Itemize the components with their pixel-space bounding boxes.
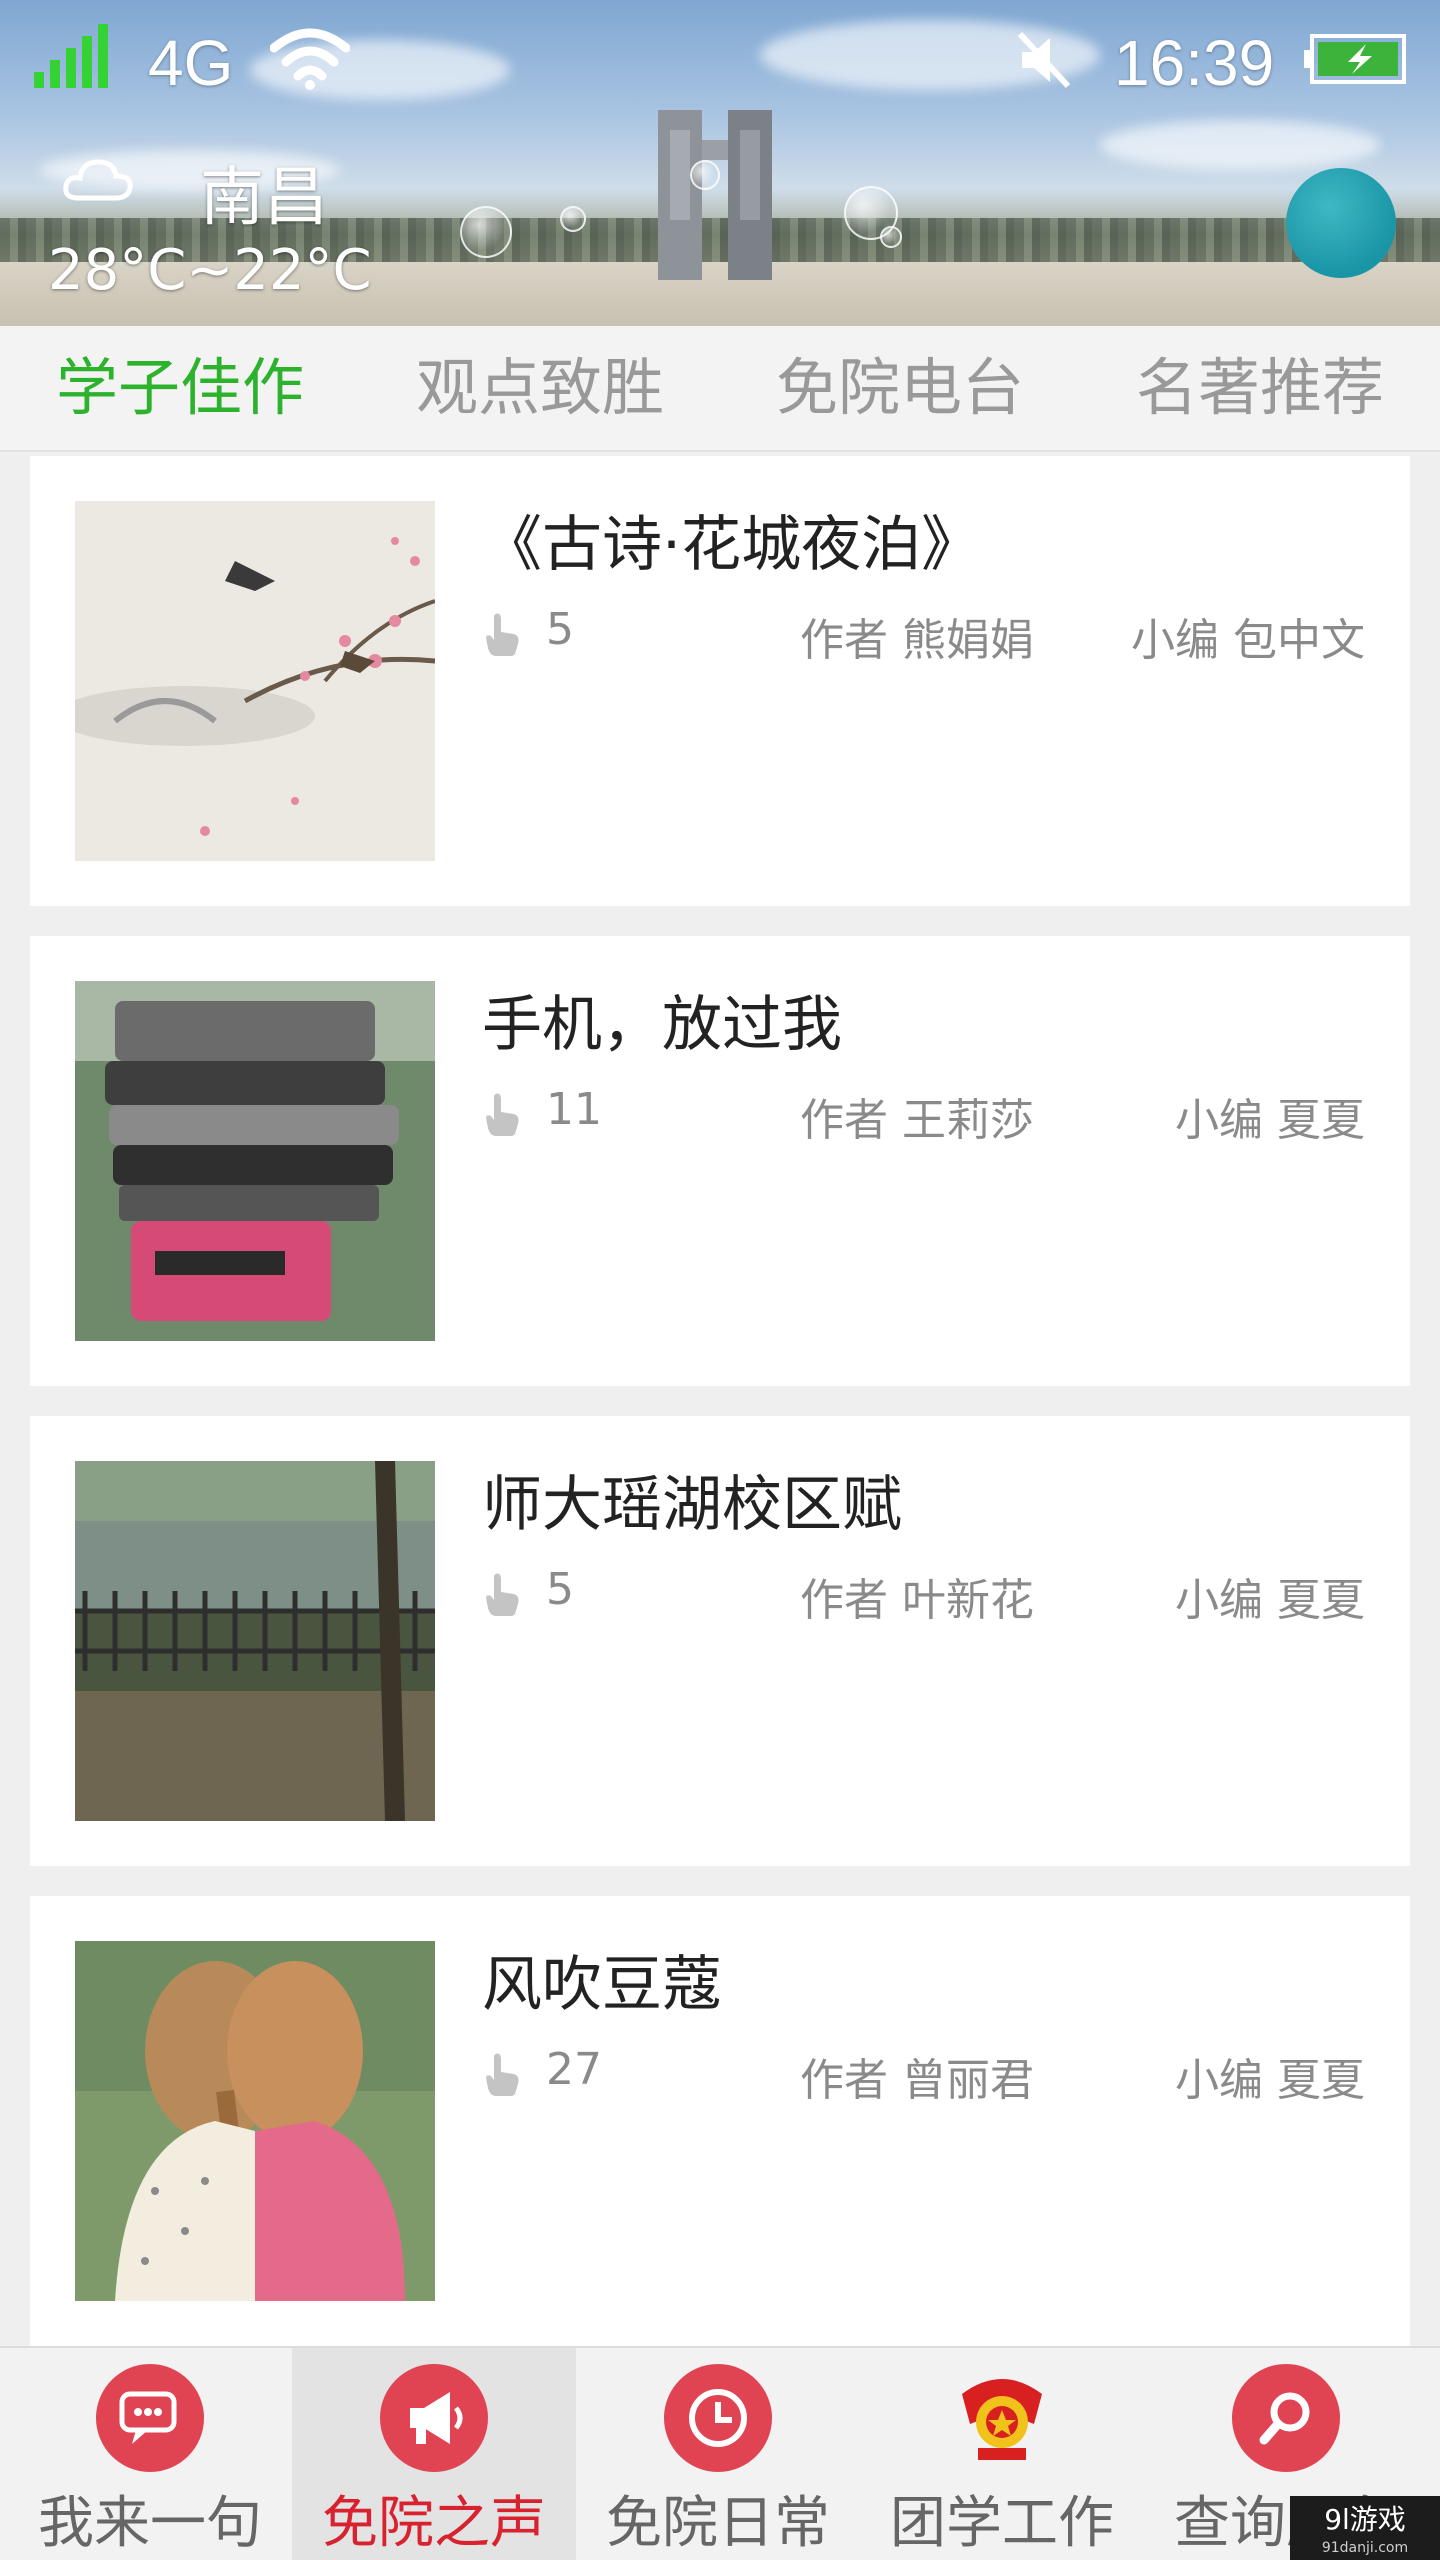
app-screen: 4G 16:39 南昌 28°C~22°C 学子佳作 观点致胜 免院电台 名著推… (0, 0, 1440, 2560)
article-thumbnail-phones (75, 981, 435, 1341)
article-editor: 小编 夏夏 (1175, 1095, 1365, 1146)
article-editor: 小编 夏夏 (1175, 2055, 1365, 2106)
bottom-nav: 我来一句 免院之声 免院日常 团学工作 查询服务 (0, 2346, 1440, 2560)
status-bar: 4G 16:39 (0, 0, 1440, 120)
article-author: 作者 曾丽君 (800, 2055, 1034, 2106)
article-editor: 小编 包中文 (1131, 615, 1365, 666)
nav-item-college-daily[interactable]: 免院日常 (576, 2348, 860, 2560)
like-count: 27 (546, 2044, 602, 2095)
site-watermark: 9l游戏 91danji.com (1290, 2496, 1440, 2560)
wifi-icon (270, 28, 350, 90)
article-author: 作者 熊娟娟 (800, 615, 1034, 666)
tab-radio[interactable]: 免院电台 (720, 326, 1080, 450)
header-banner: 4G 16:39 南昌 28°C~22°C (0, 0, 1440, 326)
nav-label: 免院之声 (322, 2491, 546, 2556)
battery-icon (1304, 34, 1406, 84)
like-hand-icon[interactable] (482, 610, 522, 658)
watermark-site: 91danji.com (1321, 2540, 1409, 2556)
weather-city: 南昌 (200, 161, 328, 235)
article-card[interactable]: 师大瑶湖校区赋 5 作者 叶新花 小编 夏夏 (30, 1416, 1410, 1866)
watermark-brand: 9l游戏 (1324, 2503, 1406, 2536)
chat-icon (96, 2364, 204, 2472)
article-card[interactable]: 风吹豆蔻 27 作者 曾丽君 小编 夏夏 (30, 1896, 1410, 2346)
category-tabs: 学子佳作 观点致胜 免院电台 名著推荐 (0, 326, 1440, 452)
nav-item-youth-league[interactable]: 团学工作 (860, 2348, 1144, 2560)
nav-label: 团学工作 (890, 2491, 1114, 2556)
user-avatar[interactable] (1286, 168, 1396, 278)
nav-label: 我来一句 (38, 2491, 262, 2556)
article-thumbnail-two-girls (75, 1941, 435, 2301)
mute-icon (1017, 31, 1071, 89)
nav-item-college-voice[interactable]: 免院之声 (292, 2348, 576, 2560)
megaphone-icon (380, 2364, 488, 2472)
tab-student-works[interactable]: 学子佳作 (0, 326, 360, 450)
article-title: 《古诗·花城夜泊》 (482, 510, 982, 580)
clock-icon (664, 2364, 772, 2472)
article-author: 作者 叶新花 (800, 1575, 1034, 1626)
nav-label: 免院日常 (606, 2491, 830, 2556)
like-count: 11 (546, 1084, 602, 1135)
article-title: 手机，放过我 (482, 990, 842, 1060)
article-title: 师大瑶湖校区赋 (482, 1470, 902, 1540)
monument-image (658, 110, 772, 280)
like-hand-icon[interactable] (482, 1570, 522, 1618)
clock-time: 16:39 (1114, 27, 1275, 99)
tab-viewpoints[interactable]: 观点致胜 (360, 326, 720, 450)
article-author: 作者 王莉莎 (800, 1095, 1034, 1146)
article-card[interactable]: 《古诗·花城夜泊》 5 作者 熊娟娟 小编 包中文 (30, 456, 1410, 906)
like-hand-icon[interactable] (482, 2050, 522, 2098)
like-count: 5 (546, 1564, 574, 1615)
article-thumbnail-painting (75, 501, 435, 861)
youth-league-emblem-icon (948, 2364, 1056, 2472)
like-hand-icon[interactable] (482, 1090, 522, 1138)
article-editor: 小编 夏夏 (1175, 1575, 1365, 1626)
search-icon (1232, 2364, 1340, 2472)
article-title: 风吹豆蔻 (482, 1950, 722, 2020)
article-thumbnail-lake (75, 1461, 435, 1821)
cloud-weather-icon (63, 159, 133, 201)
signal-icon (34, 24, 108, 88)
weather-temperature: 28°C~22°C (48, 238, 372, 303)
network-type: 4G (148, 27, 234, 99)
like-count: 5 (546, 604, 574, 655)
article-card[interactable]: 手机，放过我 11 作者 王莉莎 小编 夏夏 (30, 936, 1410, 1386)
nav-item-my-say[interactable]: 我来一句 (8, 2348, 292, 2560)
tab-book-recommend[interactable]: 名著推荐 (1080, 326, 1440, 450)
